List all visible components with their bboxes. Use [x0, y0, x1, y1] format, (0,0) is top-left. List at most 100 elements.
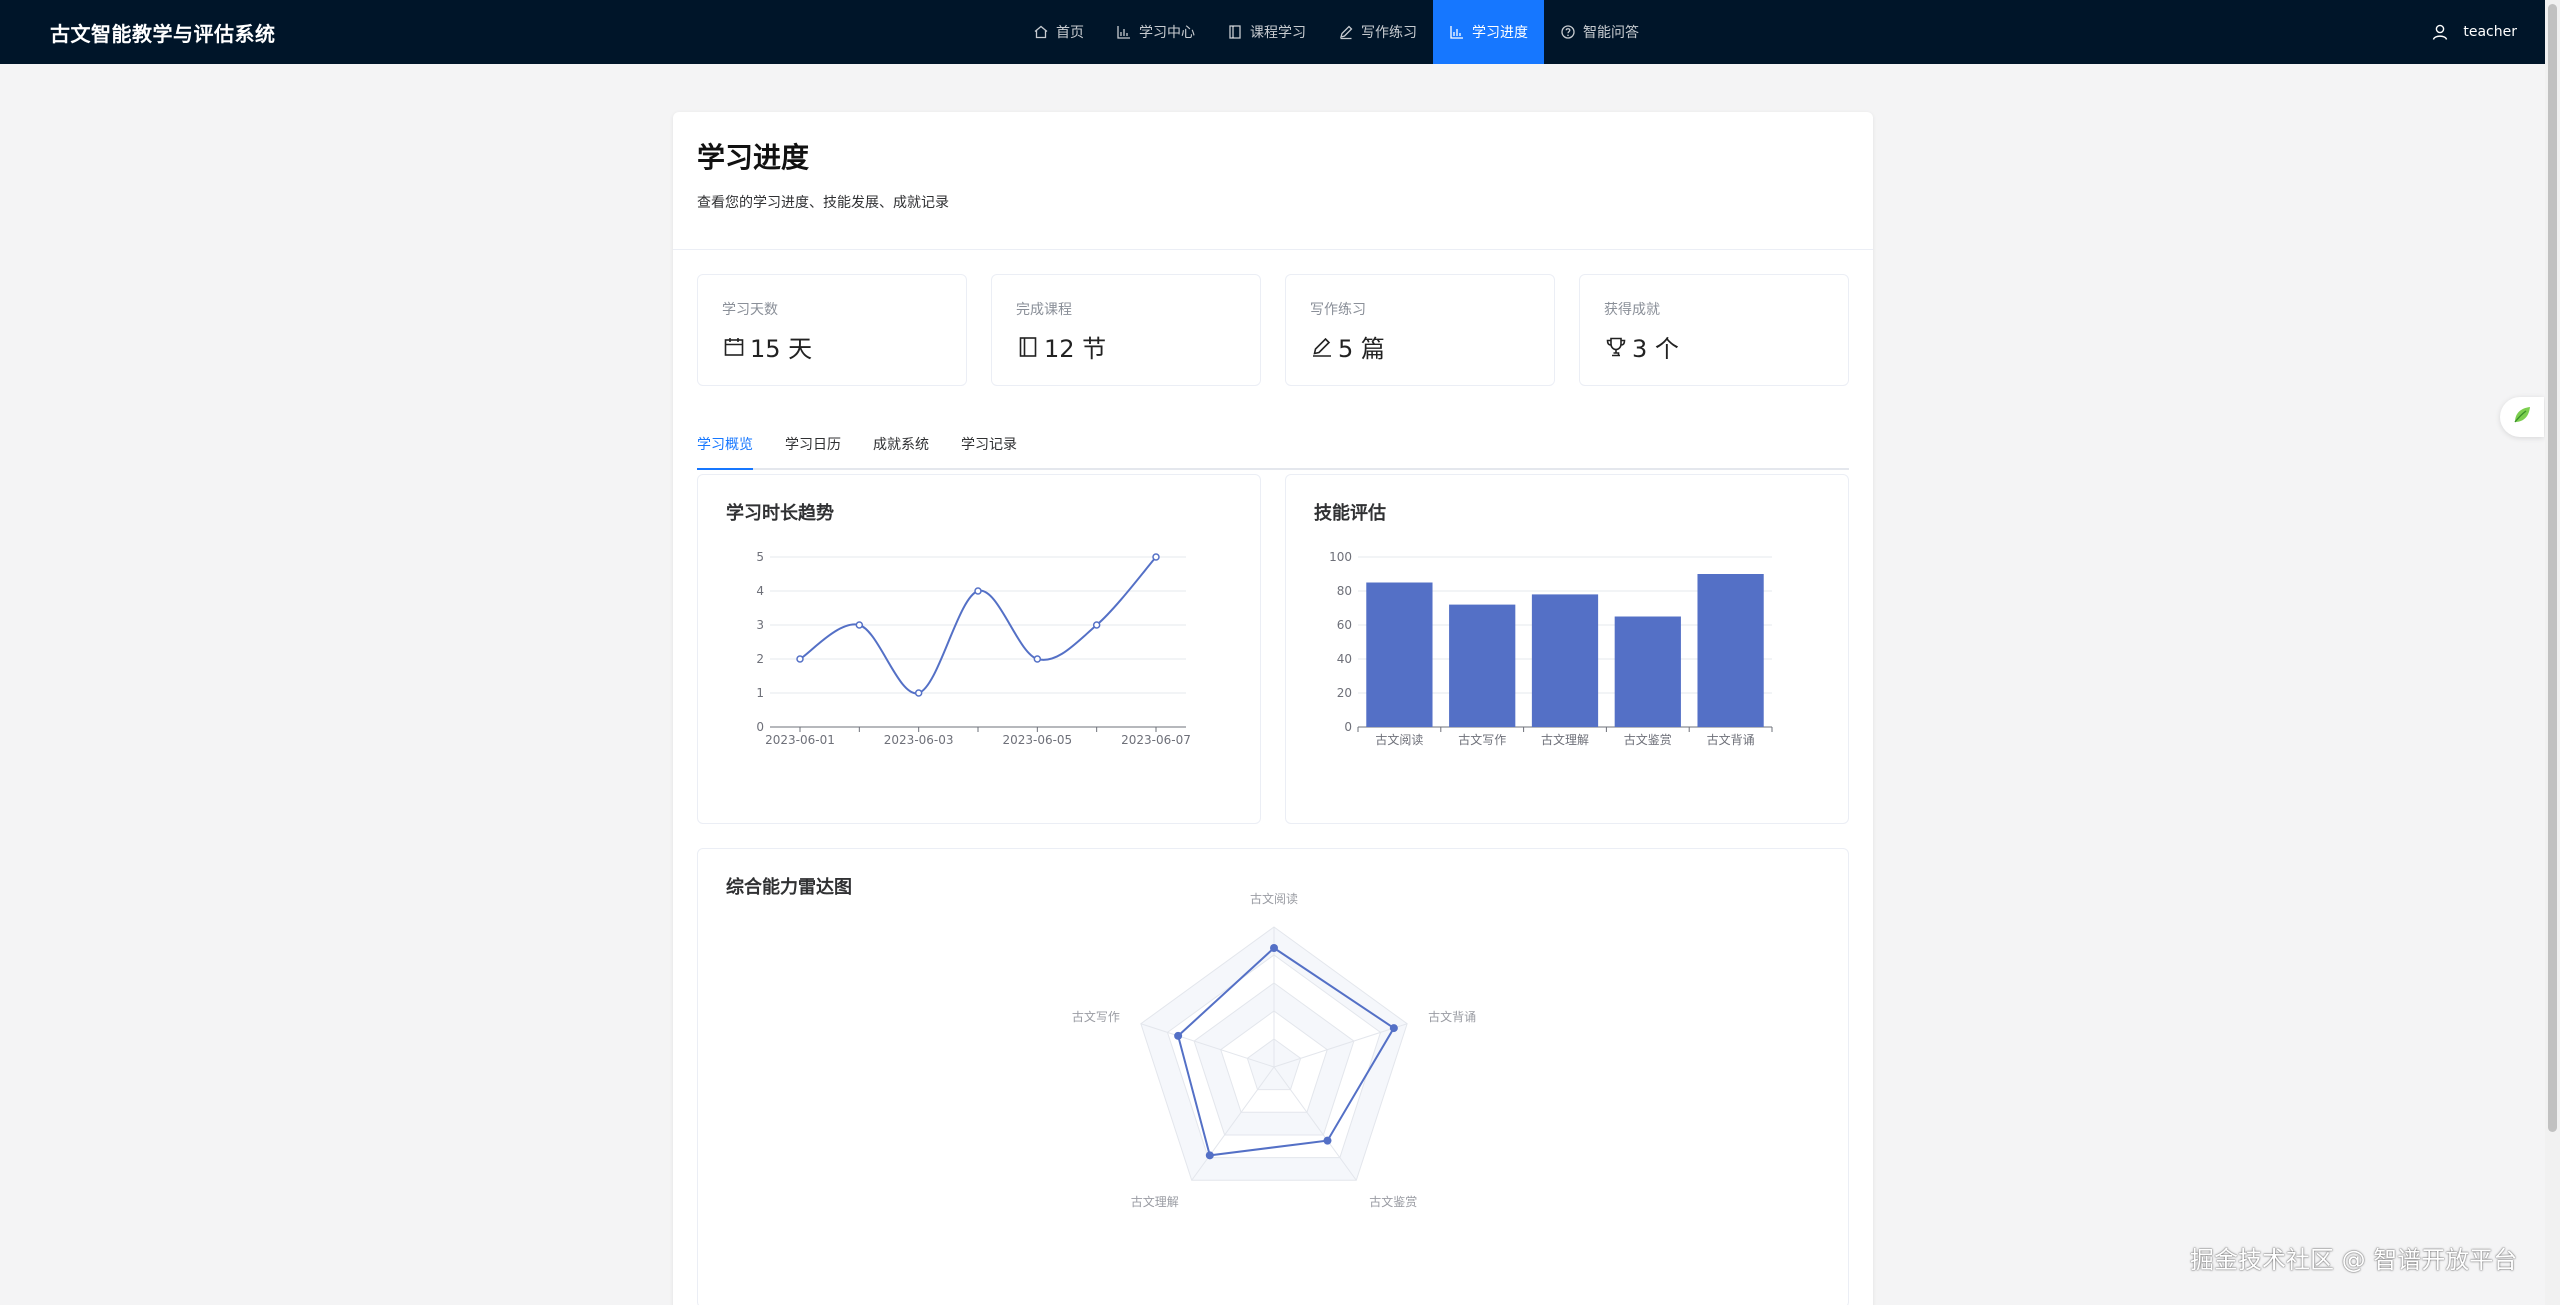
card-header: 学习进度 查看您的学习进度、技能发展、成就记录 [673, 112, 1873, 250]
stat-label: 学习天数 [722, 302, 778, 318]
nav-item-label: 课程学习 [1250, 25, 1306, 41]
y-tick-label: 0 [756, 720, 764, 734]
stats-row: 学习天数 15 天 完成课程 12 节 写作练习 5 篇 获得成就 3 个 [697, 274, 1849, 386]
y-tick-label: 1 [756, 686, 764, 700]
stat-value: 5 篇 [1338, 335, 1385, 363]
y-tick-label: 5 [756, 550, 764, 564]
nav-item-home[interactable]: 首页 [1017, 0, 1100, 64]
nav-item-courses[interactable]: 课程学习 [1211, 0, 1322, 64]
x-tick-label: 古文理解 [1541, 732, 1589, 747]
chart-icon [1116, 24, 1132, 40]
chart-icon [1449, 24, 1465, 40]
data-point [1092, 621, 1101, 629]
book-icon [1227, 24, 1243, 40]
radar-chart-panel: 综合能力雷达图 古文阅读 古文背诵 古文鉴赏 古文理解 古文写作 [697, 848, 1849, 1305]
y-tick-label: 40 [1337, 652, 1352, 666]
stat-card-writing: 写作练习 5 篇 [1285, 274, 1555, 386]
bar [1614, 616, 1681, 727]
progress-tabs: 学习概览 学习日历 成就系统 学习记录 [697, 420, 1849, 470]
trophy-icon [1604, 335, 1628, 359]
data-point [914, 689, 923, 697]
user-menu[interactable]: teacher [2431, 0, 2517, 64]
stat-value: 12 节 [1044, 335, 1107, 363]
stat-card-days: 学习天数 15 天 [697, 274, 967, 386]
radar-indicator-label: 古文背诵 [1428, 1009, 1476, 1024]
nav-item-progress[interactable]: 学习进度 [1433, 0, 1544, 64]
tab-achievements[interactable]: 成就系统 [873, 420, 929, 468]
line-chart: 0 1 2 3 4 5 2023-06-01 2023-06-03 2023-06-05 2023… [756, 550, 1191, 747]
nav-item-learning-center[interactable]: 学习中心 [1100, 0, 1211, 64]
page-scrollbar[interactable] [2545, 0, 2560, 1305]
bar-chart: 0 20 40 60 80 100 古文阅读 古文写作 古文理解 古文鉴赏 古文背诵 [1329, 550, 1773, 747]
book-icon [1016, 335, 1040, 359]
floating-assistant-tab[interactable] [2500, 397, 2544, 437]
y-tick-label: 4 [756, 584, 764, 598]
x-tick-label: 2023-06-03 [884, 733, 954, 747]
tab-overview[interactable]: 学习概览 [697, 420, 753, 470]
app-brand[interactable]: 古文智能教学与评估系统 [50, 18, 276, 47]
scrollbar-thumb[interactable] [2548, 4, 2557, 1132]
data-point [974, 587, 982, 595]
stat-label: 获得成就 [1604, 302, 1660, 318]
radar-point [1323, 1136, 1332, 1145]
tab-calendar[interactable]: 学习日历 [785, 420, 841, 468]
nav-item-writing[interactable]: 写作练习 [1322, 0, 1433, 64]
user-icon [2431, 23, 2449, 41]
x-tick-label: 2023-06-07 [1121, 733, 1191, 747]
x-tick-label: 古文阅读 [1375, 732, 1423, 747]
data-point [855, 621, 864, 629]
page-subtitle: 查看您的学习进度、技能发展、成就记录 [697, 195, 949, 211]
stat-value: 3 个 [1632, 335, 1679, 363]
bar [1366, 582, 1433, 727]
home-icon [1033, 24, 1049, 40]
data-point [1152, 553, 1160, 561]
question-icon [1560, 24, 1576, 40]
data-point [1033, 655, 1042, 663]
radar-indicator-label: 古文阅读 [1250, 891, 1298, 906]
tab-records[interactable]: 学习记录 [961, 420, 1017, 468]
trend-chart-panel: 学习时长趋势 0 1 2 3 4 5 2023-06-01 2023-06-03 2023-06… [697, 474, 1261, 824]
page-title: 学习进度 [697, 141, 810, 174]
nav-item-label: 智能问答 [1583, 25, 1639, 41]
nav-item-label: 学习进度 [1472, 25, 1528, 41]
radar-point [1270, 944, 1278, 952]
nav-item-label: 学习中心 [1139, 25, 1195, 41]
radar-chart: 古文阅读古文背诵古文鉴赏 古文理解 古文写作 [1072, 891, 1476, 1209]
stat-value: 15 天 [750, 335, 813, 363]
y-tick-label: 3 [756, 618, 764, 632]
pen-icon [1338, 24, 1354, 40]
y-tick-label: 80 [1337, 584, 1352, 598]
y-tick-label: 2 [756, 652, 764, 666]
username: teacher [2463, 24, 2517, 40]
progress-card: 学习进度 查看您的学习进度、技能发展、成就记录 学习天数 15 天 完成课程 1… [673, 112, 1873, 1305]
radar-point [1205, 1151, 1214, 1160]
x-tick-label: 2023-06-01 [765, 733, 835, 747]
radar-indicator-label: 古文写作 [1072, 1009, 1120, 1024]
nav-item-label: 首页 [1056, 25, 1084, 41]
stat-label: 完成课程 [1016, 302, 1072, 318]
nav-item-label: 写作练习 [1361, 25, 1417, 41]
x-tick-label: 古文背诵 [1707, 732, 1755, 747]
bar [1697, 574, 1764, 727]
stat-label: 写作练习 [1310, 302, 1366, 318]
leaf-icon [2511, 404, 2533, 430]
y-tick-label: 100 [1329, 550, 1352, 564]
radar-indicator-label: 古文理解 [1131, 1194, 1179, 1209]
skill-chart-panel: 技能评估 0 20 40 60 80 100 古文阅读 古文写作 古文理解 古文鉴赏 古文背诵 [1285, 474, 1849, 824]
y-tick-label: 0 [1344, 720, 1352, 734]
y-tick-label: 20 [1337, 686, 1352, 700]
watermark: 掘金技术社区 @ 智谱开放平台 [2190, 1246, 2518, 1274]
radar-indicator-label: 古文鉴赏 [1369, 1194, 1417, 1209]
top-navbar: 古文智能教学与评估系统 首页 学习中心 课程学习 写作练习 学习进度 智能问答 … [0, 0, 2545, 64]
y-tick-label: 60 [1337, 618, 1352, 632]
x-tick-label: 2023-06-05 [1002, 733, 1072, 747]
main-nav: 首页 学习中心 课程学习 写作练习 学习进度 智能问答 [1017, 0, 1655, 64]
pen-icon [1310, 335, 1334, 359]
data-point [796, 655, 804, 663]
calendar-icon [722, 335, 746, 359]
x-tick-label: 古文鉴赏 [1624, 732, 1672, 747]
radar-point [1389, 1024, 1398, 1033]
radar-point [1174, 1031, 1183, 1040]
bar [1531, 594, 1599, 727]
nav-item-qa[interactable]: 智能问答 [1544, 0, 1655, 64]
